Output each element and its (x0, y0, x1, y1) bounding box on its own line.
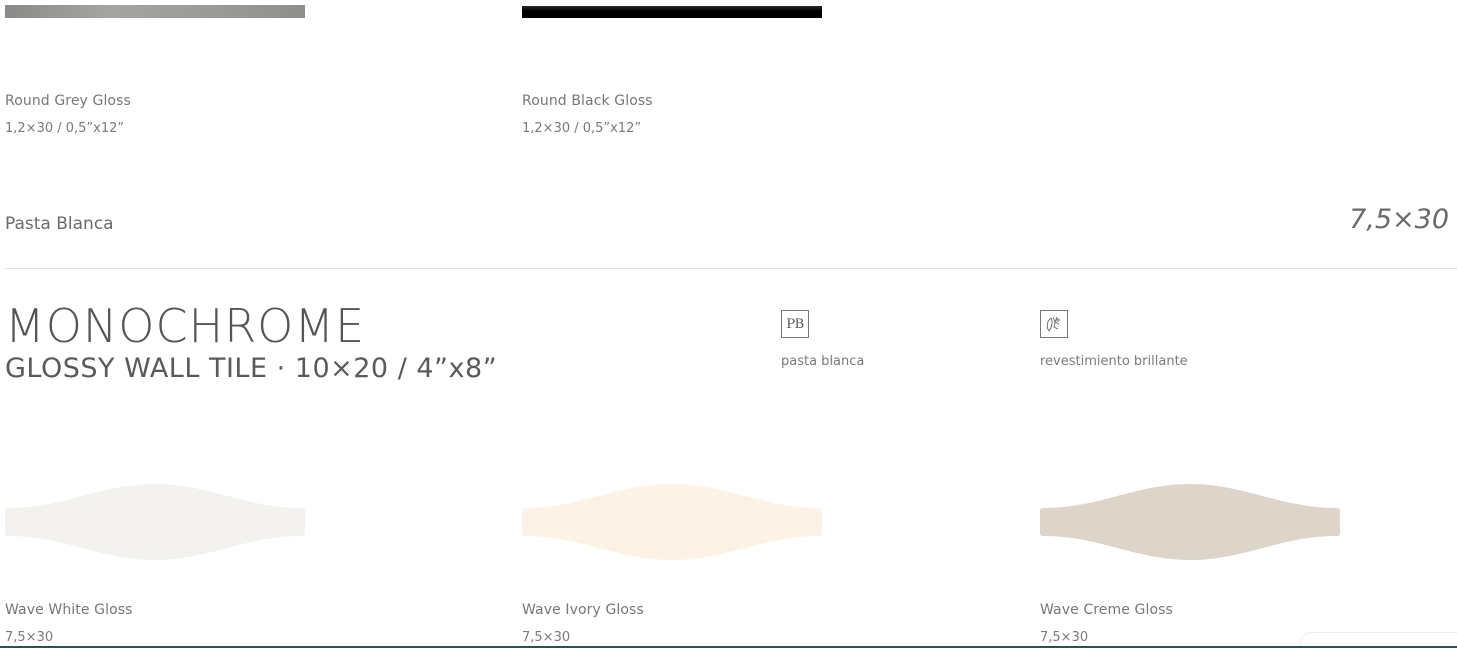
pb-glyph: PB (786, 316, 804, 332)
category-label: Pasta Blanca (5, 214, 114, 234)
product-name[interactable]: Round Grey Gloss (5, 93, 131, 109)
product-size: 7,5×30 (522, 630, 571, 645)
product-name[interactable]: Round Black Gloss (522, 93, 653, 109)
product-size: 1,2×30 / 0,5”x12” (522, 121, 642, 136)
product-image-wave-creme[interactable] (1040, 483, 1340, 565)
product-size: 1,2×30 / 0,5”x12” (5, 121, 125, 136)
pb-icon: PB (781, 310, 809, 338)
product-size: 7,5×30 (5, 630, 54, 645)
product-size: 7,5×30 (1040, 630, 1089, 645)
product-name[interactable]: Wave Ivory Gloss (522, 602, 644, 618)
series-title: MONOCHROME (5, 299, 366, 353)
catalog-page: Round Grey Gloss 1,2×30 / 0,5”x12” Round… (0, 0, 1457, 648)
series-subtitle: GLOSSY WALL TILE · 10×20 / 4”x8” (5, 353, 498, 384)
product-image-wave-ivory[interactable] (522, 483, 822, 565)
category-size: 7,5×30 (1349, 204, 1449, 235)
product-name[interactable]: Wave White Gloss (5, 602, 133, 618)
glossy-icon (1040, 310, 1068, 338)
divider (5, 268, 1457, 269)
product-name[interactable]: Wave Creme Gloss (1040, 602, 1173, 618)
product-image-round-black[interactable] (522, 6, 822, 18)
product-image-wave-white[interactable] (5, 483, 305, 565)
product-image-round-grey[interactable] (5, 5, 305, 18)
badge-label: revestimiento brillante (1040, 354, 1188, 369)
badge-label: pasta blanca (781, 354, 865, 369)
